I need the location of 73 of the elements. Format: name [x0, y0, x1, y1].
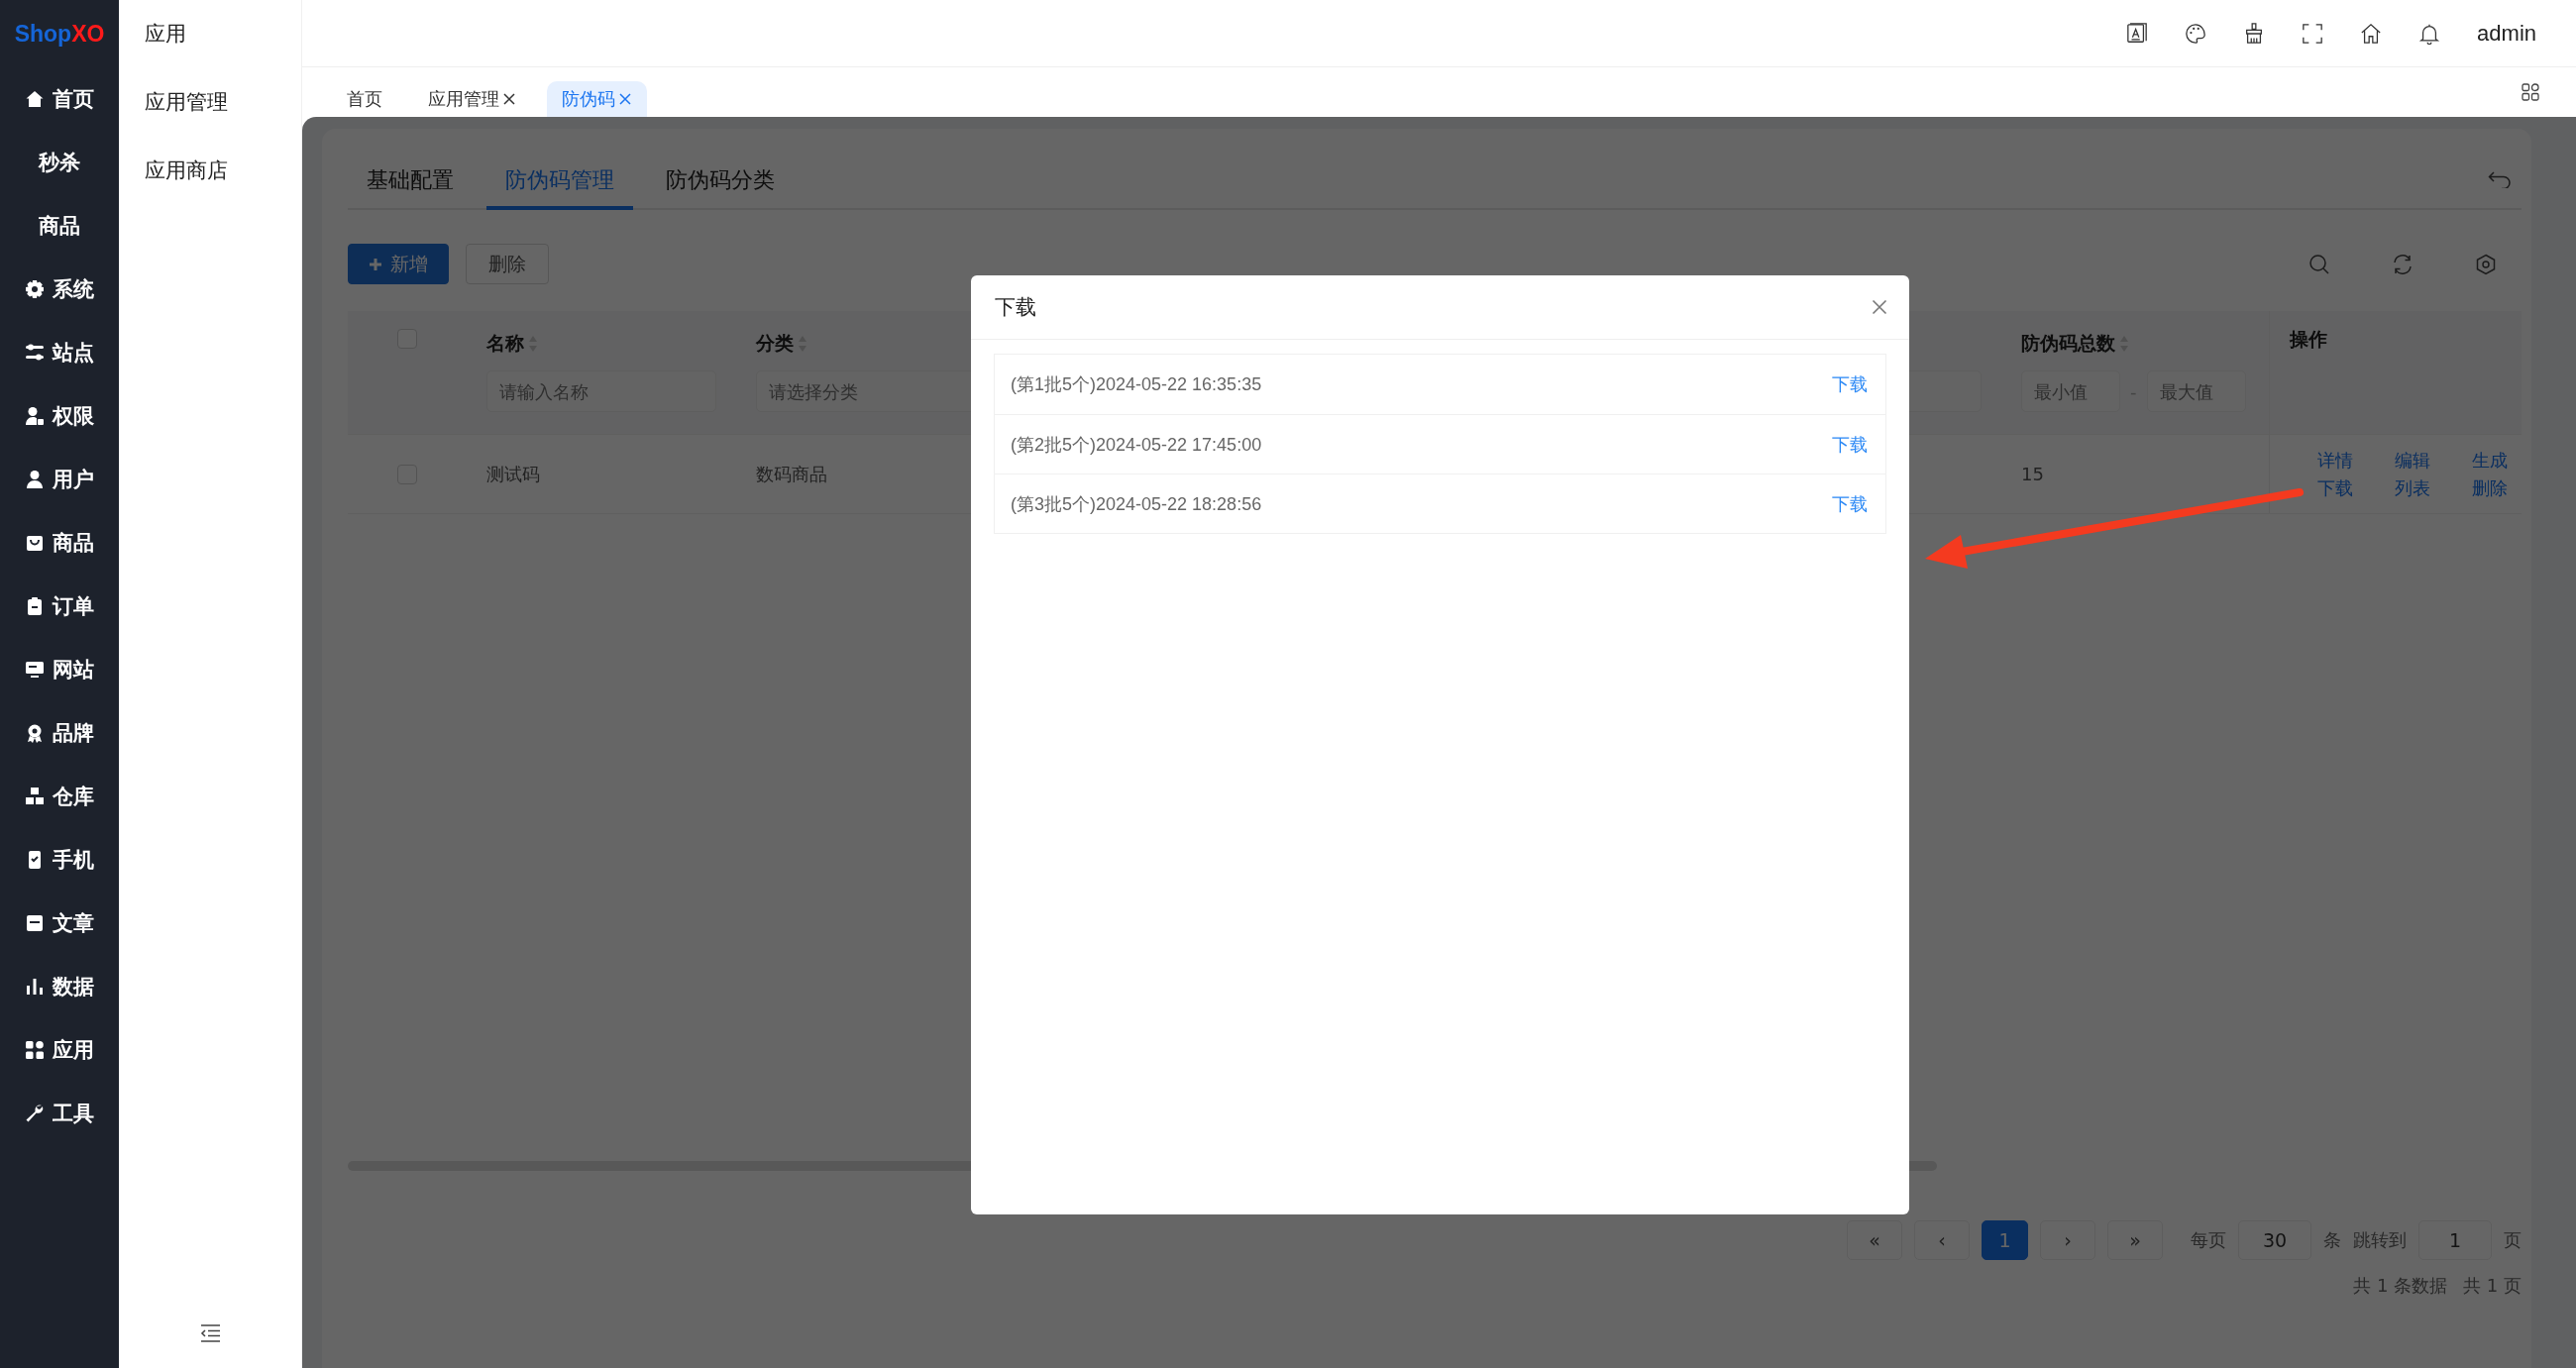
menu-item[interactable]: 权限 — [0, 384, 119, 448]
back-icon[interactable] — [2488, 170, 2512, 188]
dialog-title: 下载 — [995, 294, 1036, 321]
menu-item[interactable]: 商品 — [0, 194, 119, 258]
menu-item[interactable]: 应用商店 — [119, 136, 301, 204]
download-link[interactable]: 下载 — [1832, 491, 1868, 516]
range-separator: - — [2130, 380, 2137, 402]
menu-item[interactable]: 数据 — [0, 955, 119, 1018]
clipboard-icon — [25, 596, 45, 616]
user-lock-icon — [25, 406, 45, 426]
total-pages: 共 1 页 — [2463, 1274, 2522, 1298]
batch-name: (第3批5个)2024-05-22 18:28:56 — [1011, 492, 1262, 516]
download-link[interactable]: 下载 — [1832, 372, 1868, 396]
table-cell: 数码商品 — [756, 462, 827, 486]
grid-icon[interactable] — [2522, 83, 2539, 101]
user-icon — [25, 470, 45, 489]
refresh-icon[interactable] — [2392, 253, 2414, 275]
plus-icon — [369, 257, 382, 271]
page-tab[interactable]: 防伪码 — [547, 81, 647, 117]
page-unit: 页 — [2504, 1228, 2522, 1252]
menu-fold-icon[interactable] — [198, 1323, 222, 1343]
palette-icon[interactable] — [2185, 22, 2207, 45]
home-icon[interactable] — [2360, 22, 2383, 45]
menu-item[interactable]: 网站 — [0, 638, 119, 701]
bag-icon — [25, 533, 45, 553]
apps-icon — [25, 1040, 45, 1060]
award-icon — [25, 723, 45, 743]
menu-item[interactable]: 系统 — [0, 258, 119, 321]
menu-item[interactable]: 秒杀 — [0, 131, 119, 194]
page-tab[interactable]: 应用管理 — [413, 81, 531, 117]
bar-chart-icon — [25, 977, 45, 997]
fullscreen-icon[interactable] — [2302, 22, 2324, 45]
sliders-icon — [25, 343, 45, 363]
table-cell: 测试码 — [486, 462, 540, 486]
download-link[interactable]: 下载 — [1832, 432, 1868, 457]
menu-item[interactable]: 仓库 — [0, 765, 119, 828]
close-icon[interactable] — [502, 92, 516, 106]
logo: ShopXO — [13, 19, 106, 49]
batch-name: (第2批5个)2024-05-22 17:45:00 — [1011, 433, 1262, 457]
boxes-icon — [25, 787, 45, 806]
menu-item[interactable]: 用户 — [0, 448, 119, 511]
menu-item[interactable]: 应用管理 — [119, 67, 301, 136]
menu-item[interactable]: 手机 — [0, 828, 119, 892]
page-size-label: 每页 — [2191, 1228, 2226, 1252]
gear-icon — [25, 279, 45, 299]
column-header: 防伪码总数 — [2021, 331, 2115, 356]
text-box-icon[interactable] — [2126, 22, 2149, 45]
monitor-icon — [25, 660, 45, 680]
column-header: 分类 — [756, 331, 794, 356]
menu-item[interactable]: 商品 — [0, 511, 119, 575]
menu-item[interactable]: 工具 — [0, 1082, 119, 1145]
menu-item[interactable]: 订单 — [0, 575, 119, 638]
page-tab[interactable]: 首页 — [332, 81, 397, 117]
settings-icon[interactable] — [2475, 253, 2497, 275]
table-cell: 15 — [2021, 464, 2044, 484]
menu-item[interactable]: 首页 — [0, 67, 119, 131]
column-header: 操作 — [2290, 327, 2327, 352]
page-size-unit: 条 — [2323, 1228, 2341, 1252]
home-icon — [25, 89, 45, 109]
menu-item[interactable]: 文章 — [0, 892, 119, 955]
bell-icon[interactable] — [2418, 22, 2441, 45]
menu-item[interactable]: 站点 — [0, 321, 119, 384]
column-header: 名称 — [486, 331, 524, 356]
menu-item[interactable]: 应用 — [0, 1018, 119, 1082]
jump-label: 跳转到 — [2353, 1228, 2407, 1252]
user-name[interactable]: admin — [2477, 20, 2536, 47]
menu-item[interactable]: 品牌 — [0, 701, 119, 765]
total-rows: 共 1 条数据 — [2353, 1274, 2448, 1298]
search-icon[interactable] — [2308, 253, 2330, 275]
menu-title: 应用 — [144, 21, 187, 48]
batch-name: (第1批5个)2024-05-22 16:35:35 — [1011, 373, 1262, 396]
wrench-icon — [25, 1104, 45, 1123]
document-icon — [25, 913, 45, 933]
